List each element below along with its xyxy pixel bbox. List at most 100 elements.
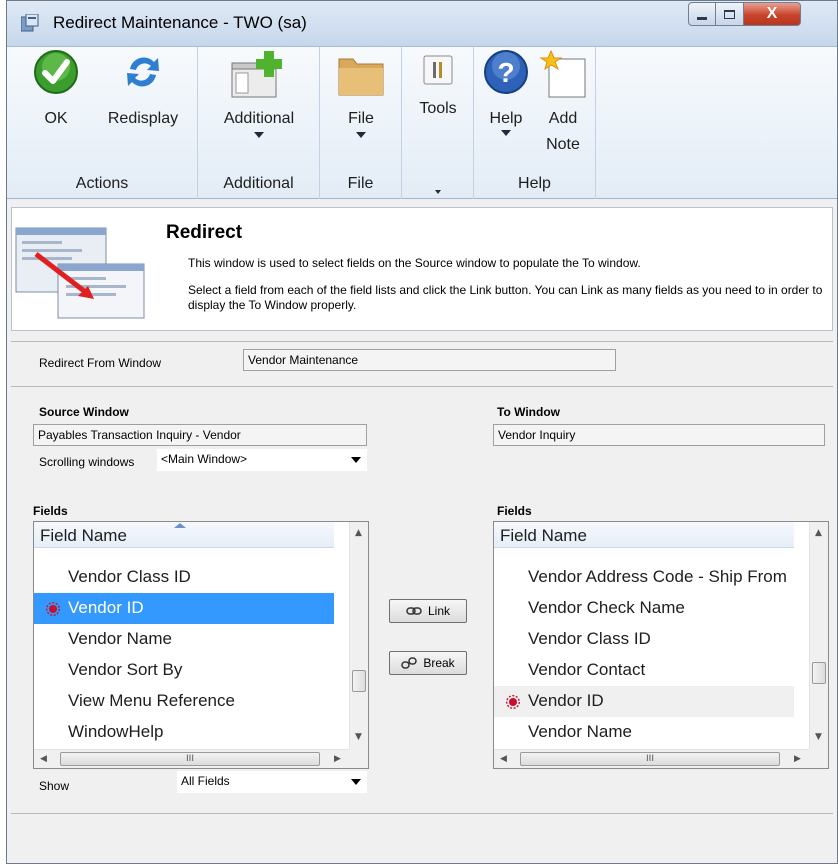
divider-middle [11,386,833,387]
list-item-highlighted[interactable]: Vendor ID [494,686,794,717]
ribbon-group-additional: Additional Additional [198,47,320,199]
list-item[interactable]: Vendor Name [34,624,334,655]
scrolling-windows-label: Scrolling windows [39,455,135,469]
list-item[interactable]: Vendor Check Name [494,593,794,624]
scrolling-windows-dropdown-icon [351,457,361,463]
scroll-thumb[interactable]: III [60,752,320,766]
scrolling-windows-select[interactable]: <Main Window> [157,449,367,471]
scroll-up-arrow-icon[interactable]: ▲ [815,528,822,538]
list-item-label: Vendor Name [68,629,172,648]
scrollbar-corner [809,749,828,768]
show-label: Show [39,779,70,793]
to-window-label: To Window [497,405,560,419]
folder-icon [338,58,384,96]
list-item[interactable]: Vendor Class ID [494,624,794,655]
app-icon [21,14,39,32]
file-dropdown-arrow-icon [356,132,366,138]
window-title: Redirect Maintenance - TWO (sa) [53,13,307,32]
show-select[interactable]: All Fields [177,771,367,793]
scroll-thumb[interactable]: III [520,752,780,766]
scroll-down-arrow-icon[interactable]: ▼ [815,732,822,742]
minimize-icon [697,16,707,20]
to-list-horizontal-scrollbar[interactable]: ◀ III ▶ [494,749,811,768]
scroll-left-arrow-icon[interactable]: ◀ [40,754,47,764]
to-field-name-header[interactable]: Field Name [494,522,794,548]
divider-top [11,341,833,342]
scroll-right-arrow-icon[interactable]: ▶ [794,754,801,764]
redirect-maintenance-window: Redirect Maintenance - TWO (sa) X OK Red… [6,0,838,864]
svg-text:?: ? [497,57,514,88]
ribbon-group-label-actions: Actions [75,175,129,192]
chain-link-icon [406,607,422,615]
list-item-label: Vendor Class ID [528,629,651,648]
list-item[interactable]: Vendor Class ID [34,562,334,593]
source-field-name-header[interactable]: Field Name [34,522,334,548]
break-button[interactable]: Break [389,651,467,675]
source-list-vertical-scrollbar[interactable]: ▲ ▼ [349,522,368,750]
scroll-left-arrow-icon[interactable]: ◀ [500,754,507,764]
banner-description: This window is used to select fields on … [188,256,828,325]
list-item-label: Vendor ID [528,691,604,710]
list-item[interactable]: Vendor Contact [494,655,794,686]
source-list-horizontal-scrollbar[interactable]: ◀ III ▶ [34,749,351,768]
link-button[interactable]: Link [389,599,467,623]
redirect-illustration-icon [15,227,145,319]
link-button-label: Link [427,604,450,618]
break-button-label: Break [423,656,455,670]
add-note-label-line2: Note [546,136,580,153]
ribbon-group-label-additional: Additional [223,175,294,192]
list-item-label: Vendor Sort By [68,660,183,679]
help-button[interactable]: ? Help [478,49,534,136]
list-item-label: View Menu Reference [68,691,235,710]
ribbon-group-tools-expand[interactable] [402,181,473,199]
banner-line-2: Select a field from each of the field li… [188,283,823,312]
maximize-button[interactable] [716,2,744,26]
ok-check-icon [34,50,78,94]
list-item-selected[interactable]: Vendor ID [34,593,334,624]
ok-label: OK [44,110,68,127]
banner-title: Redirect [166,222,243,243]
scrolling-windows-value: <Main Window> [161,452,248,466]
list-item[interactable]: WindowHelp [34,717,334,750]
add-note-button[interactable]: Add Note [534,49,592,154]
ok-button[interactable]: OK [29,49,83,128]
additional-dropdown-arrow-icon [254,132,264,138]
show-select-value: All Fields [181,774,230,788]
show-dropdown-icon [351,779,361,785]
redisplay-arrows-icon [127,57,159,87]
minimize-button[interactable] [688,2,716,26]
scroll-right-arrow-icon[interactable]: ▶ [334,754,341,764]
close-button[interactable]: X [744,2,801,26]
redisplay-button[interactable]: Redisplay [95,49,191,128]
ribbon-group-actions: OK Redisplay Actions [7,47,198,199]
list-item[interactable]: Vendor Sort By [34,655,334,686]
scroll-up-arrow-icon[interactable]: ▲ [355,528,362,538]
list-item[interactable]: Vendor Address Code - Ship From [494,562,794,593]
redirect-from-field: Vendor Maintenance [243,349,616,371]
scroll-grip: III [186,754,194,764]
list-item-label: Vendor Name [528,722,632,741]
additional-button[interactable]: Additional [206,49,312,138]
list-item-label: WindowHelp [68,722,164,741]
help-question-icon: ? [484,50,528,94]
add-note-label-line1: Add [548,110,578,127]
to-list-vertical-scrollbar[interactable]: ▲ ▼ [809,522,828,750]
source-fields-list[interactable]: Field Name Vendor Class ID Vendor ID Ven… [33,521,369,769]
list-item[interactable]: Vendor Name [494,717,794,750]
tools-button[interactable]: Tools [408,49,468,118]
redisplay-label: Redisplay [107,110,179,127]
scroll-thumb[interactable] [812,662,826,684]
redirect-from-label: Redirect From Window [39,356,162,370]
file-button[interactable]: File [330,49,392,138]
scroll-thumb[interactable] [352,670,366,692]
title-bar[interactable]: Redirect Maintenance - TWO (sa) X [7,1,837,47]
scrollbar-corner [349,749,368,768]
sort-indicator-icon [174,523,186,528]
to-fields-list[interactable]: Field Name Vendor Address Code - Ship Fr… [493,521,829,769]
list-item-label: Vendor Address Code - Ship From [528,567,787,586]
scroll-down-arrow-icon[interactable]: ▼ [355,732,362,742]
additional-label: Additional [223,110,295,127]
header-banner: Redirect This window is used to select f… [11,207,833,331]
tools-dropdown-arrow-icon [434,190,441,194]
list-item[interactable]: View Menu Reference [34,686,334,717]
